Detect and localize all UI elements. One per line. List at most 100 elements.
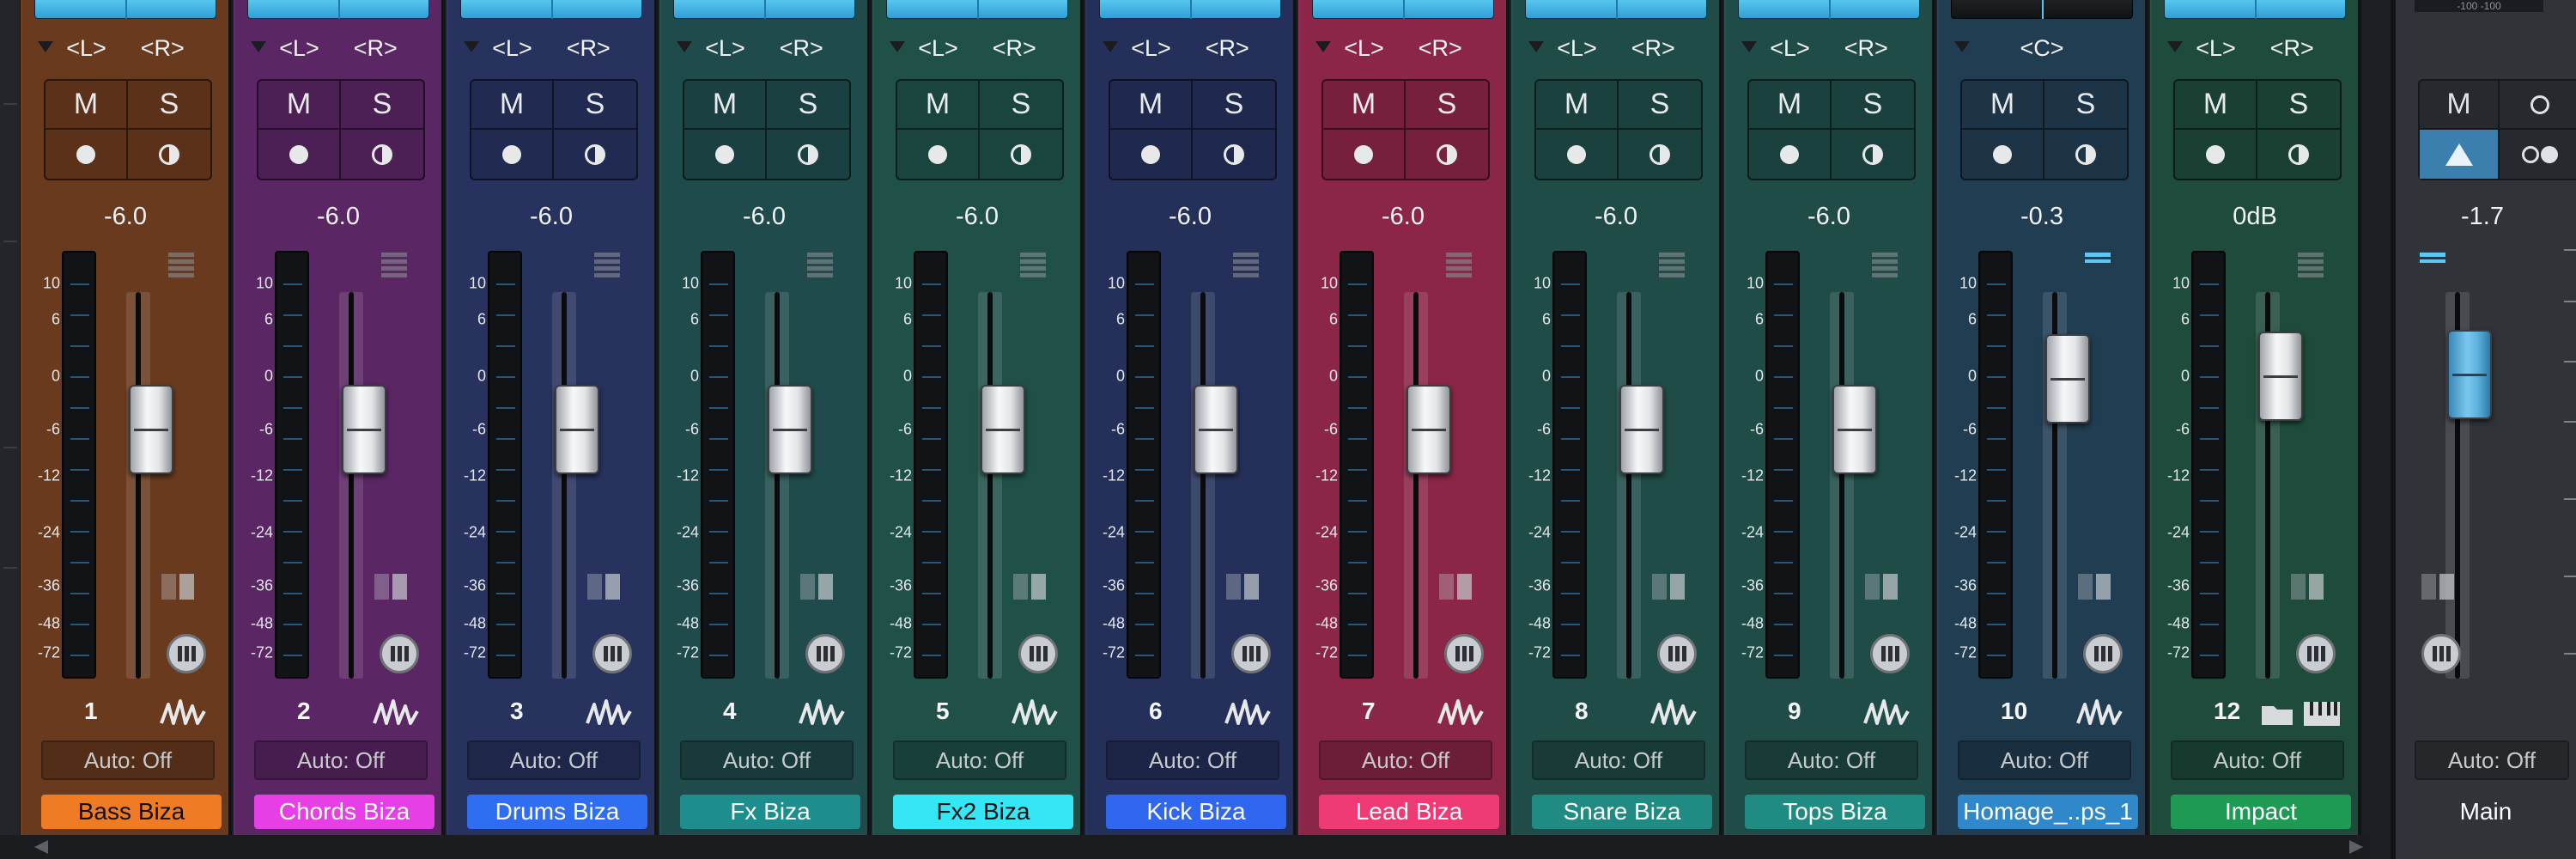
triangle-down-icon[interactable]	[1103, 41, 1118, 52]
insert-list-icon[interactable]	[594, 253, 620, 278]
inserts-button[interactable]	[380, 634, 419, 673]
main-mono-button[interactable]	[2500, 81, 2576, 130]
inserts-button[interactable]	[1018, 634, 1058, 673]
monitor-button[interactable]	[1832, 130, 1914, 179]
monitor-button[interactable]	[2257, 130, 2340, 179]
inserts-button[interactable]	[805, 634, 845, 673]
insert-list-icon[interactable]	[1446, 253, 1472, 278]
record-button[interactable]	[897, 130, 980, 179]
solo-button[interactable]: S	[128, 81, 210, 130]
automation-mode[interactable]: Auto: Off	[680, 740, 854, 780]
automation-mode[interactable]: Auto: Off	[1106, 740, 1279, 780]
monitor-button[interactable]	[128, 130, 210, 179]
fader-handle[interactable]	[2258, 332, 2303, 421]
record-button[interactable]	[1536, 130, 1619, 179]
inserts-button[interactable]	[1657, 634, 1697, 673]
pan-control[interactable]: <L> <R>	[1099, 31, 1281, 65]
automation-mode[interactable]: Auto: Off	[467, 740, 641, 780]
record-button[interactable]	[684, 130, 767, 179]
automation-mode[interactable]: Auto: Off	[1745, 740, 1918, 780]
channel-name[interactable]: Snare Biza	[1532, 795, 1712, 829]
insert-list-icon[interactable]	[1020, 253, 1046, 278]
solo-button[interactable]: S	[980, 81, 1062, 130]
waveform-icon[interactable]	[2076, 698, 2123, 727]
pan-control[interactable]: <L> <R>	[1525, 31, 1707, 65]
record-button[interactable]	[1749, 130, 1832, 179]
channel-name[interactable]: Tops Biza	[1745, 795, 1925, 829]
record-button[interactable]	[1323, 130, 1406, 179]
main-channel-name[interactable]: Main	[2404, 795, 2567, 829]
insert-slot[interactable]	[1099, 0, 1281, 19]
insert-slot[interactable]	[1951, 0, 2133, 19]
mute-button[interactable]: M	[471, 81, 554, 130]
inserts-button[interactable]	[2296, 634, 2336, 673]
waveform-icon[interactable]	[1650, 698, 1697, 727]
waveform-icon[interactable]	[160, 698, 206, 727]
insert-slot[interactable]	[673, 0, 855, 19]
group-icon[interactable]	[800, 574, 833, 600]
record-button[interactable]	[1962, 130, 2044, 179]
fader-handle[interactable]	[1832, 385, 1877, 474]
triangle-down-icon[interactable]	[1528, 41, 1544, 52]
inserts-button[interactable]	[1870, 634, 1910, 673]
group-icon[interactable]	[2078, 574, 2111, 600]
automation-mode[interactable]: Auto: Off	[1319, 740, 1492, 780]
mute-button[interactable]: M	[2175, 81, 2257, 130]
insert-slot[interactable]	[886, 0, 1068, 19]
solo-button[interactable]: S	[341, 81, 423, 130]
channel-name[interactable]: Fx2 Biza	[893, 795, 1073, 829]
main-dim-button[interactable]	[2420, 130, 2500, 179]
monitor-button[interactable]	[2044, 130, 2127, 179]
triangle-down-icon[interactable]	[1315, 41, 1331, 52]
group-icon[interactable]	[1013, 574, 1046, 600]
pan-control[interactable]: <L> <R>	[34, 31, 216, 65]
mute-button[interactable]: M	[684, 81, 767, 130]
main-mute-button[interactable]: M	[2420, 81, 2500, 130]
pan-control[interactable]: <L> <R>	[886, 31, 1068, 65]
channel-name[interactable]: Kick Biza	[1106, 795, 1286, 829]
fader-handle[interactable]	[342, 385, 386, 474]
automation-mode[interactable]: Auto: Off	[893, 740, 1066, 780]
solo-button[interactable]: S	[767, 81, 849, 130]
fader-handle[interactable]	[768, 385, 812, 474]
group-icon[interactable]	[1439, 574, 1472, 600]
triangle-down-icon[interactable]	[464, 41, 479, 52]
group-icon[interactable]	[161, 574, 194, 600]
main-insert-icon[interactable]	[2420, 253, 2445, 263]
fader-handle[interactable]	[555, 385, 599, 474]
automation-mode[interactable]: Auto: Off	[41, 740, 215, 780]
waveform-icon[interactable]	[1012, 698, 1058, 727]
solo-button[interactable]: S	[2257, 81, 2340, 130]
inserts-button[interactable]	[1444, 634, 1484, 673]
insert-list-icon[interactable]	[1659, 253, 1685, 278]
group-icon[interactable]	[374, 574, 407, 600]
insert-slot[interactable]	[1525, 0, 1707, 19]
mute-button[interactable]: M	[1749, 81, 1832, 130]
insert-slot[interactable]	[247, 0, 429, 19]
main-fader-handle[interactable]	[2447, 329, 2492, 419]
monitor-button[interactable]	[767, 130, 849, 179]
main-inserts-button[interactable]	[2421, 634, 2461, 673]
inserts-button[interactable]	[1231, 634, 1271, 673]
piano-icon[interactable]	[2303, 701, 2340, 727]
mute-button[interactable]: M	[1962, 81, 2044, 130]
pan-control[interactable]: <L> <R>	[673, 31, 855, 65]
main-group-icon[interactable]	[2421, 574, 2454, 600]
triangle-down-icon[interactable]	[1954, 41, 1970, 52]
channel-name[interactable]: Bass Biza	[41, 795, 222, 829]
solo-button[interactable]: S	[554, 81, 636, 130]
main-link-button[interactable]	[2500, 130, 2576, 179]
pan-control[interactable]: <L> <R>	[1738, 31, 1920, 65]
inserts-button[interactable]	[167, 634, 206, 673]
fader-handle[interactable]	[1194, 385, 1238, 474]
pan-control[interactable]: <L> <R>	[460, 31, 642, 65]
group-icon[interactable]	[1226, 574, 1259, 600]
pan-control[interactable]: <L> <R>	[2164, 31, 2346, 65]
waveform-icon[interactable]	[586, 698, 632, 727]
mute-button[interactable]: M	[1536, 81, 1619, 130]
insert-list-icon[interactable]	[1872, 253, 1898, 278]
channel-name[interactable]: Fx Biza	[680, 795, 860, 829]
insert-list-icon[interactable]	[2085, 253, 2111, 263]
record-button[interactable]	[258, 130, 341, 179]
channel-name[interactable]: Chords Biza	[254, 795, 434, 829]
